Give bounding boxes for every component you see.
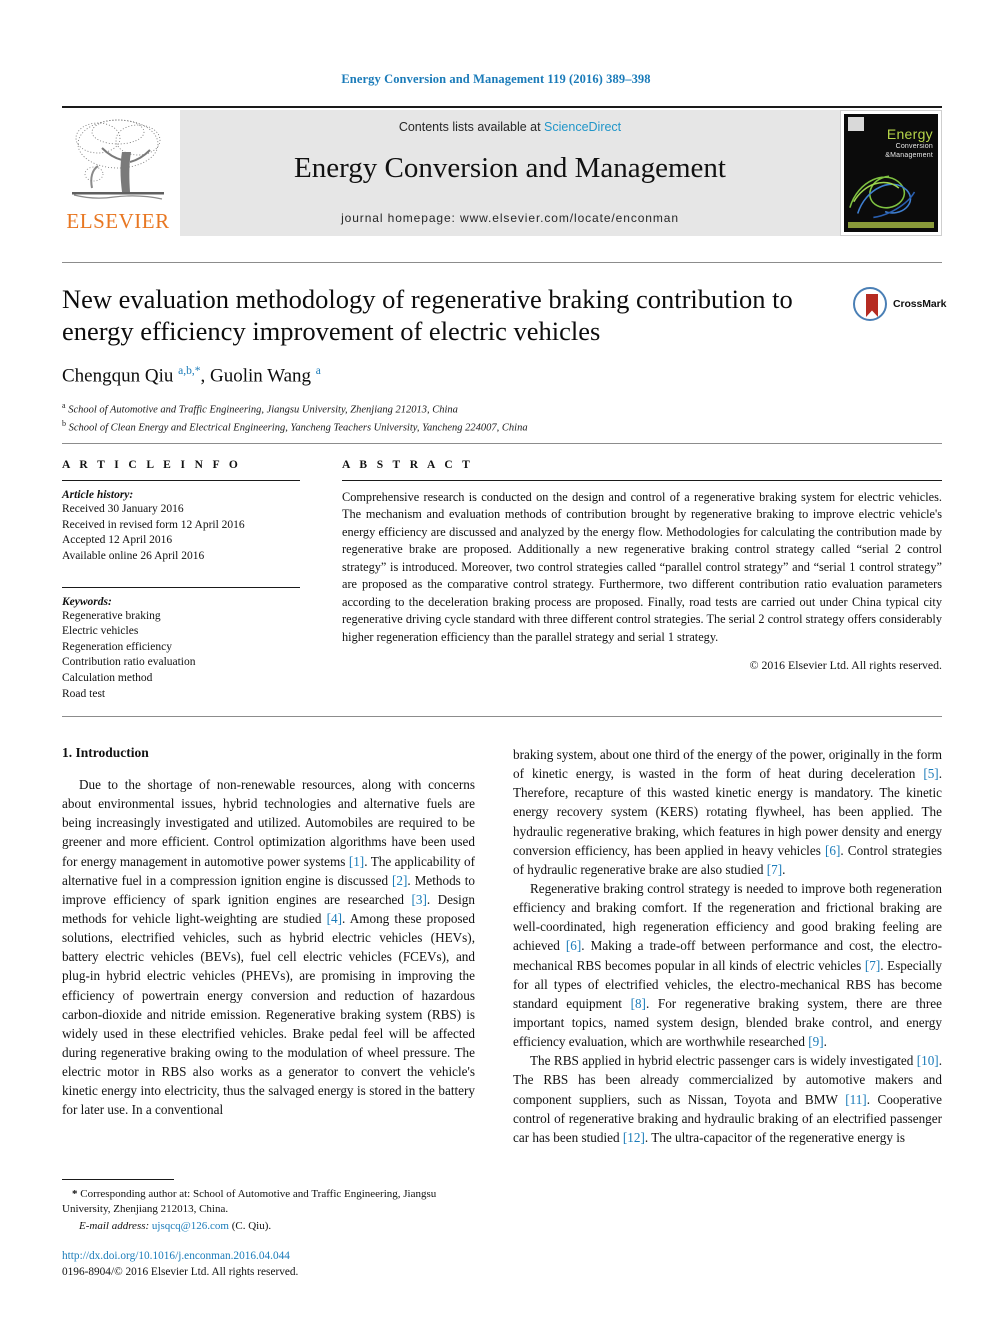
contents-lists-line: Contents lists available at ScienceDirec… — [180, 120, 840, 134]
crossmark-circle-icon — [853, 287, 887, 321]
journal-cover-art: Energy Conversion &Management — [844, 114, 938, 232]
article-info-column: A R T I C L E I N F O Article history: R… — [62, 459, 300, 702]
keyword-item: Electric vehicles — [62, 625, 139, 638]
issn-copyright-line: 0196-8904/© 2016 Elsevier Ltd. All right… — [62, 1265, 299, 1278]
article-info-heading: A R T I C L E I N F O — [62, 459, 242, 471]
article-info-rule — [62, 480, 300, 481]
abstract-heading: A B S T R A C T — [342, 459, 474, 471]
affiliations: a School of Automotive and Traffic Engin… — [62, 400, 842, 435]
contents-lists-prefix: Contents lists available at — [398, 120, 545, 134]
affiliation-b-text: School of Clean Energy and Electrical En… — [68, 422, 528, 434]
body-column-right: braking system, about one third of the e… — [513, 745, 942, 1147]
keywords-list: Regenerative braking Electric vehicles R… — [62, 609, 300, 703]
keywords-label: Keywords: — [62, 595, 112, 608]
body-divider — [62, 716, 942, 717]
history-item: Received in revised form 12 April 2016 — [62, 518, 245, 531]
journal-title: Energy Conversion and Management — [294, 152, 726, 184]
title-divider — [62, 262, 942, 263]
keywords-rule — [62, 586, 300, 588]
keyword-item: Regeneration efficiency — [62, 640, 172, 653]
email-line: E-mail address: ujsqcq@126.com (C. Qiu). — [62, 1220, 475, 1232]
article-history-label: Article history: — [62, 489, 134, 501]
cover-elsevier-mark-icon — [848, 117, 864, 131]
history-item: Received 30 January 2016 — [62, 503, 184, 515]
crossmark-badge[interactable]: CrossMark — [853, 287, 947, 327]
sciencedirect-link[interactable]: ScienceDirect — [544, 120, 621, 134]
elsevier-tree-icon — [72, 119, 164, 200]
paragraph: Due to the shortage of non-renewable res… — [62, 777, 475, 1118]
corresponding-author-text: * Corresponding author at: School of Aut… — [62, 1188, 437, 1215]
email-label: E-mail address: — [79, 1219, 150, 1232]
email-link[interactable]: ujsqcq@126.com — [152, 1220, 229, 1232]
page-title: New evaluation methodology of regenerati… — [62, 284, 793, 347]
abstract-column: A B S T R A C T Comprehensive research i… — [342, 459, 942, 673]
cover-subtitle-1: Conversion — [895, 143, 933, 150]
journal-cover-thumbnail[interactable]: Energy Conversion &Management — [840, 110, 942, 236]
cover-subtitle-2: &Management — [885, 152, 933, 159]
author-list: Chengqun Qiu a,b,*, Guolin Wang a — [62, 364, 321, 386]
section-heading-introduction: 1. Introduction — [62, 745, 149, 760]
corresponding-author-footnote: * Corresponding author at: School of Aut… — [62, 1179, 475, 1232]
abstract-rule — [342, 480, 942, 481]
crossmark-ribbon-icon — [866, 294, 878, 317]
keyword-item: Contribution ratio evaluation — [62, 656, 196, 669]
abstract-text: Comprehensive research is conducted on t… — [342, 490, 942, 644]
doi-link[interactable]: http://dx.doi.org/10.1016/j.enconman.201… — [62, 1249, 482, 1265]
paragraph: braking system, about one third of the e… — [513, 747, 942, 877]
footnote-rule — [62, 1179, 174, 1180]
affiliation-b: b School of Clean Energy and Electrical … — [62, 418, 528, 434]
keyword-item: Road test — [62, 687, 106, 700]
cover-title: Energy — [886, 126, 933, 142]
journal-banner-center: Contents lists available at ScienceDirec… — [180, 110, 840, 236]
history-item: Available online 26 April 2016 — [62, 549, 205, 562]
article-page: Energy Conversion and Management 119 (20… — [0, 0, 992, 1323]
info-divider — [62, 443, 942, 444]
history-item: Accepted 12 April 2016 — [62, 534, 173, 547]
affiliation-a-text: School of Automotive and Traffic Enginee… — [68, 404, 458, 416]
body-column-left: 1. Introduction Due to the shortage of n… — [62, 745, 475, 1120]
journal-banner: ELSEVIER Contents lists available at Sci… — [62, 106, 942, 236]
affiliation-a: a School of Automotive and Traffic Engin… — [62, 400, 458, 416]
elsevier-wordmark: ELSEVIER — [66, 209, 170, 233]
copyright-line: © 2016 Elsevier Ltd. All rights reserved… — [749, 658, 942, 673]
keyword-item: Regenerative braking — [62, 609, 161, 622]
paragraph: The RBS applied in hybrid electric passe… — [513, 1053, 942, 1145]
imprint-block: http://dx.doi.org/10.1016/j.enconman.201… — [62, 1249, 482, 1281]
paragraph: Regenerative braking control strategy is… — [513, 880, 943, 1050]
crossmark-label: CrossMark — [893, 298, 947, 310]
cover-swirl-graphic — [849, 175, 916, 219]
title-block: New evaluation methodology of regenerati… — [62, 283, 842, 435]
article-history-list: Received 30 January 2016 Received in rev… — [62, 502, 300, 565]
elsevier-logo: ELSEVIER — [62, 114, 174, 236]
journal-homepage-link[interactable]: journal homepage: www.elsevier.com/locat… — [180, 211, 840, 225]
cover-footer-bar — [848, 222, 934, 228]
email-suffix: (C. Qiu). — [231, 1219, 272, 1232]
keyword-item: Calculation method — [62, 672, 153, 684]
running-head: Energy Conversion and Management 119 (20… — [341, 72, 651, 86]
